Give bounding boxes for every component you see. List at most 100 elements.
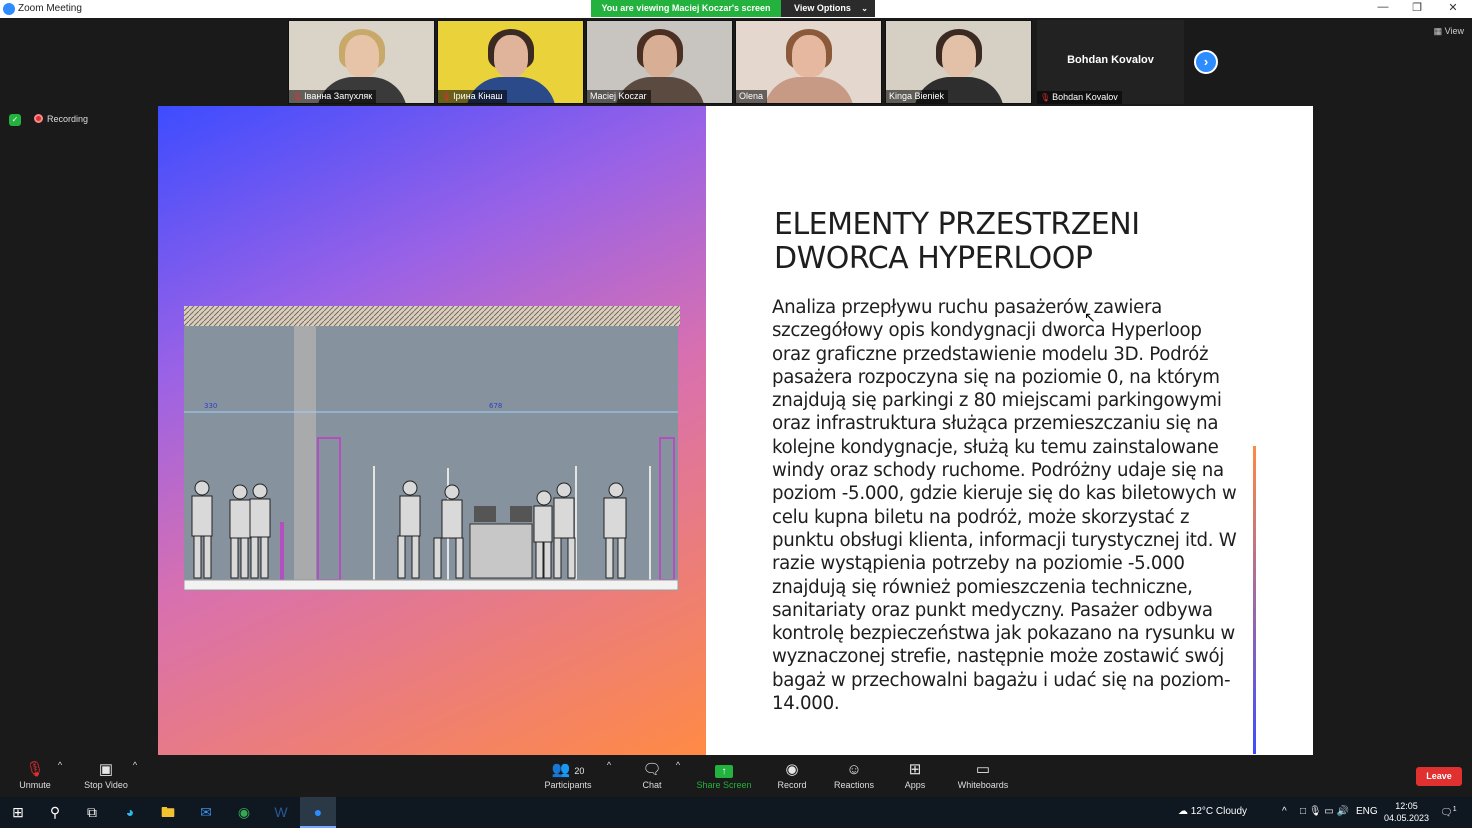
slide-title: ELEMENTY PRZESTRZENI DWORCA HYPERLOOP: [774, 208, 1274, 276]
notification-count: 1: [1452, 806, 1457, 813]
whiteboards-button[interactable]: ▭ Whiteboards: [948, 760, 1018, 790]
leave-button[interactable]: Leave: [1416, 767, 1462, 786]
participant-display-name: Bohdan Kovalov: [1067, 54, 1154, 66]
participant-face: [344, 35, 379, 77]
video-tile-no-camera[interactable]: Bohdan Kovalov 🎙 Bohdan Kovalov: [1037, 20, 1184, 104]
dimension-label: 330: [204, 402, 217, 410]
stop-video-label: Stop Video: [84, 780, 128, 790]
participant-face: [791, 35, 826, 77]
zoom-logo-icon: [3, 3, 15, 15]
clock-time: 12:05: [1395, 801, 1418, 811]
participant-face: [642, 35, 677, 77]
video-options-caret-icon[interactable]: ^: [100, 760, 170, 770]
word-icon[interactable]: W: [263, 797, 299, 828]
language-indicator[interactable]: ENG: [1356, 806, 1378, 817]
tray-chevron-icon[interactable]: ^: [1282, 806, 1287, 817]
dimension-label: 678: [489, 402, 502, 410]
station-section-drawing: 330 678: [184, 306, 680, 591]
slide-left-panel: 330 678: [158, 106, 706, 755]
zoom-taskbar-icon[interactable]: ●: [300, 797, 336, 828]
smiley-plus-icon: ☺: [846, 761, 862, 778]
record-button[interactable]: ◉ Record: [757, 760, 827, 790]
participant-name: Ірина Кінаш: [453, 91, 503, 101]
participant-name: Kinga Bieniek: [889, 91, 945, 101]
minimize-button[interactable]: —: [1368, 1, 1398, 17]
participant-name-label: Olena: [736, 90, 768, 103]
video-tile[interactable]: Maciej Koczar: [586, 20, 733, 104]
column: [294, 326, 316, 580]
view-options-button[interactable]: View Options ⌄: [781, 0, 875, 17]
clock-date: 04.05.2023: [1384, 813, 1430, 823]
chat-label: Chat: [642, 780, 662, 790]
record-label: Record: [777, 780, 807, 790]
monitor: [474, 506, 496, 522]
participant-name-label: 🎙 Іванна Запухляк: [289, 90, 377, 103]
participant-face: [941, 35, 976, 77]
participant-name-label: Kinga Bieniek: [886, 90, 949, 103]
participant-name-label: 🎙 Bohdan Kovalov: [1037, 91, 1122, 104]
whiteboards-label: Whiteboards: [957, 780, 1009, 790]
view-button[interactable]: ▦ View: [1434, 26, 1464, 37]
mic-muted-icon: 🎙: [292, 92, 303, 101]
recording-label: Recording: [47, 114, 89, 124]
slide-body-text: Analiza przepływu ruchu pasażerów zawier…: [772, 297, 1237, 715]
windows-start-icon[interactable]: ⊞: [0, 797, 36, 828]
monitor: [510, 506, 532, 522]
tray-icons[interactable]: □ 🎙 ▭ 🔊: [1300, 806, 1349, 817]
recording-dot-icon: [34, 114, 43, 123]
reactions-label: Reactions: [833, 780, 875, 790]
window-title: Zoom Meeting: [18, 3, 82, 14]
participant-face: [493, 35, 528, 77]
participant-name: Bohdan Kovalov: [1052, 92, 1118, 102]
participant-name: Іванна Запухляк: [304, 91, 373, 101]
share-screen-icon: ↑: [689, 760, 759, 780]
task-view-icon[interactable]: ⧉: [74, 797, 110, 828]
restore-button[interactable]: ❐: [1402, 1, 1432, 17]
edge-browser-icon[interactable]: ◕: [112, 797, 148, 828]
participant-name: Olena: [739, 91, 764, 101]
apps-label: Apps: [904, 780, 926, 790]
view-options-label: View Options: [794, 3, 851, 13]
security-shield-icon[interactable]: ✓: [9, 114, 21, 126]
slide-accent-line: [1253, 446, 1256, 754]
whiteboard-icon: ▭: [975, 761, 991, 778]
view-button-label: View: [1444, 26, 1464, 36]
chevron-down-icon: ⌄: [861, 4, 868, 13]
participant-name-label: 🎙 Ірина Кінаш: [438, 90, 507, 103]
video-tile[interactable]: Olena: [735, 20, 882, 104]
cloud-icon: ☁: [1178, 806, 1188, 817]
apps-grid-icon: ⊞: [908, 761, 922, 778]
gate-post: [280, 522, 284, 580]
meeting-toolbar: 🎙 Unmute ^ ▣ Stop Video ^ 👥 20 Participa…: [0, 756, 1472, 797]
security-desk: [469, 523, 533, 579]
record-icon: ◉: [785, 761, 799, 778]
participants-label: Participants: [544, 780, 592, 790]
slide-title-line: DWORCA HYPERLOOP: [774, 241, 1093, 276]
next-page-arrow-icon[interactable]: ›: [1194, 50, 1218, 74]
mic-muted-icon: 🎙: [1040, 93, 1051, 102]
notification-center-icon[interactable]: 🗨1: [1440, 806, 1457, 818]
search-icon[interactable]: ⚲: [37, 797, 73, 828]
share-screen-button[interactable]: ↑ Share Screen: [689, 760, 759, 790]
participant-body: [763, 77, 854, 103]
participant-name-label: Maciej Koczar: [587, 90, 651, 103]
slide-title-line: ELEMENTY PRZESTRZENI: [774, 207, 1140, 242]
file-explorer-icon[interactable]: 🖿: [150, 797, 186, 828]
video-tile[interactable]: 🎙 Іванна Запухляк: [288, 20, 435, 104]
viewing-screen-banner: You are viewing Maciej Koczar's screen: [591, 0, 781, 17]
chrome-icon[interactable]: ◉: [226, 797, 262, 828]
apps-button[interactable]: ⊞ Apps: [880, 760, 950, 790]
mail-icon[interactable]: ✉: [188, 797, 224, 828]
recording-indicator: Recording: [34, 114, 88, 124]
share-screen-label: Share Screen: [696, 780, 752, 790]
close-button[interactable]: ✕: [1438, 1, 1468, 17]
weather-text: 12°C Cloudy: [1190, 806, 1248, 817]
clock[interactable]: 12:05 04.05.2023: [1384, 800, 1429, 824]
meeting-area: 🎙 Іванна Запухляк 🎙 Ірина Кінаш Maciej Koc…: [0, 18, 1472, 756]
reactions-button[interactable]: ☺ Reactions: [819, 760, 889, 790]
roof-slab: [184, 306, 680, 326]
windows-taskbar: ⊞ ⚲ ⧉ ◕ 🖿 ✉ ◉ W ● ☁ 12°C Cloudy ^ □ 🎙 ▭ …: [0, 797, 1472, 828]
video-tile[interactable]: 🎙 Ірина Кінаш: [437, 20, 584, 104]
video-tile[interactable]: Kinga Bieniek: [885, 20, 1032, 104]
weather-widget[interactable]: ☁ 12°C Cloudy: [1178, 806, 1247, 817]
